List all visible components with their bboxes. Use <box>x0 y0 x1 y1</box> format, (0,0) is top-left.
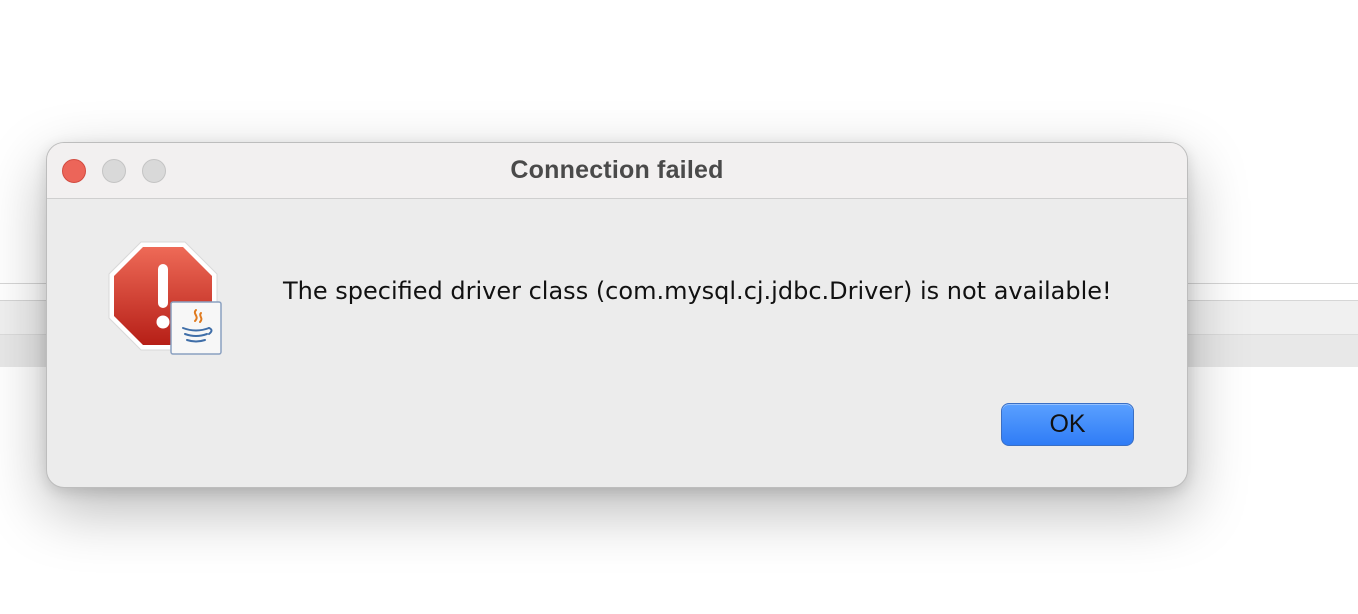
error-message: The specified driver class (com.mysql.cj… <box>283 277 1112 305</box>
ok-button[interactable]: OK <box>1001 403 1134 446</box>
connection-failed-dialog: Connection failed The specified driver c… <box>46 142 1188 488</box>
dialog-title: Connection failed <box>510 156 724 184</box>
dialog-titlebar[interactable]: Connection failed <box>47 143 1187 199</box>
stop-alert-icon <box>103 240 223 358</box>
java-icon <box>170 301 222 355</box>
